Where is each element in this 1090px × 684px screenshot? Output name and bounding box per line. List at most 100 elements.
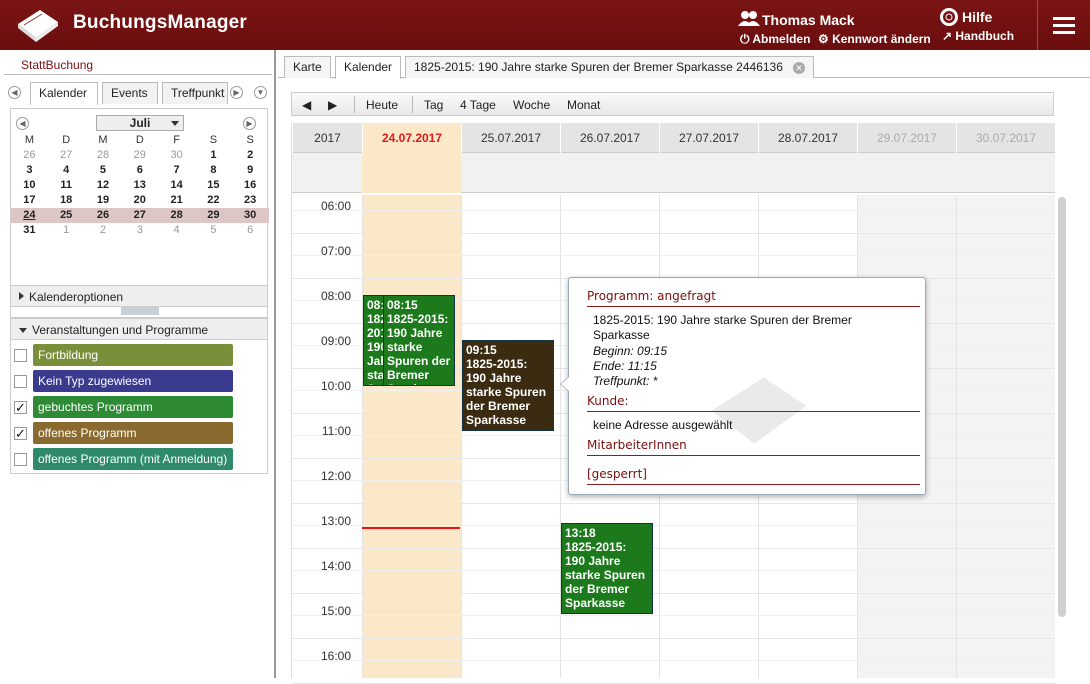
day-column[interactable] [956, 195, 1055, 678]
calendar-day[interactable]: 1 [48, 223, 85, 238]
calendar-day[interactable]: 2 [85, 223, 122, 238]
calendar-day[interactable]: 13 [121, 178, 158, 193]
filter-checkbox[interactable] [14, 349, 27, 362]
calendar-day[interactable]: 6 [232, 223, 269, 238]
tab-karte[interactable]: Karte [284, 56, 331, 78]
hamburger-menu-button[interactable] [1037, 0, 1090, 50]
calendar-day[interactable]: 3 [11, 163, 48, 178]
calendar-day[interactable]: 20 [121, 193, 158, 208]
filter-checkbox[interactable] [14, 453, 27, 466]
calendar-day[interactable]: 16 [232, 178, 269, 193]
calendar-day[interactable]: 26 [11, 148, 48, 163]
scroll-right-icon[interactable]: ▶ [230, 86, 243, 99]
scroll-left-icon[interactable]: ◀ [8, 86, 21, 99]
vertical-scrollbar[interactable] [1058, 197, 1066, 617]
user-name[interactable]: Thomas Mack [762, 12, 855, 28]
calendar-event[interactable]: 08:151825-2015: 190 Jahre starke Spuren … [363, 295, 385, 386]
filter-checkbox[interactable]: ✓ [14, 427, 27, 440]
calendar-day[interactable]: 24 [11, 208, 48, 223]
calendar-day[interactable]: 22 [195, 193, 232, 208]
day-header[interactable]: 26.07.2017 [560, 123, 659, 153]
calendar-day[interactable]: 5 [195, 223, 232, 238]
day-header[interactable]: 29.07.2017 [857, 123, 956, 153]
calendar-event[interactable]: 13:18 1825-2015: 190 Jahre starke Spuren … [561, 523, 653, 614]
calendar-day[interactable]: 29 [195, 208, 232, 223]
calendar-day[interactable]: 28 [85, 148, 122, 163]
day-header[interactable]: 24.07.2017 [362, 123, 461, 153]
month-view-button[interactable]: Monat [567, 98, 600, 112]
calendar-day[interactable]: 3 [121, 223, 158, 238]
day-view-button[interactable]: Tag [424, 98, 443, 112]
calendar-day[interactable]: 30 [232, 208, 269, 223]
calendar-day[interactable]: 27 [121, 208, 158, 223]
day-column[interactable] [362, 195, 461, 678]
calendar-day[interactable]: 7 [158, 163, 195, 178]
filter-label[interactable]: offenes Programm [33, 422, 233, 444]
filter-checkbox[interactable]: ✓ [14, 401, 27, 414]
calendar-day[interactable]: 26 [85, 208, 122, 223]
close-icon[interactable]: ✕ [792, 62, 805, 74]
handbook-link[interactable]: ↗ Handbuch [942, 29, 1014, 43]
calendar-day[interactable]: 27 [48, 148, 85, 163]
logout-link[interactable]: ⏻ Abmelden [740, 32, 810, 47]
calendar-day[interactable]: 25 [48, 208, 85, 223]
calendar-options-panel[interactable]: Kalenderoptionen [10, 285, 268, 307]
calendar-day[interactable]: 2 [232, 148, 269, 163]
today-button[interactable]: Heute [366, 98, 398, 112]
calendar-day[interactable]: 21 [158, 193, 195, 208]
event-time: 08:15 [367, 298, 384, 312]
next-button[interactable]: ▶ [328, 98, 337, 112]
subtab-kalender[interactable]: Kalender [30, 82, 98, 105]
filter-label[interactable]: Kein Typ zugewiesen [33, 370, 233, 392]
month-select[interactable]: Juli [96, 115, 184, 131]
day-column[interactable] [461, 195, 560, 678]
all-day-row[interactable] [292, 153, 1055, 193]
calendar-day[interactable]: 18 [48, 193, 85, 208]
calendar-day[interactable]: 15 [195, 178, 232, 193]
calendar-day[interactable]: 4 [158, 223, 195, 238]
prev-button[interactable]: ◀ [302, 98, 311, 112]
calendar-day[interactable]: 12 [85, 178, 122, 193]
calendar-day[interactable]: 30 [158, 148, 195, 163]
four-day-view-button[interactable]: 4 Tage [460, 98, 496, 112]
change-password-link[interactable]: ⚙ Kennwort ändern [818, 32, 931, 46]
filter-label[interactable]: gebuchtes Programm [33, 396, 233, 418]
calendar-day[interactable]: 11 [48, 178, 85, 193]
filter-checkbox[interactable] [14, 375, 27, 388]
day-header[interactable]: 25.07.2017 [461, 123, 560, 153]
tab-kalender[interactable]: Kalender [335, 56, 402, 79]
hour-line [292, 570, 1055, 571]
calendar-day[interactable]: 6 [121, 163, 158, 178]
calendar-day[interactable]: 14 [158, 178, 195, 193]
calendar-day[interactable]: 10 [11, 178, 48, 193]
day-header[interactable]: 30.07.2017 [956, 123, 1055, 153]
calendar-event[interactable]: 08:151825-2015: 190 Jahre starke Spuren … [383, 295, 455, 386]
calendar-event[interactable]: 09:15 1825-2015: 190 Jahre starke Spuren … [462, 340, 554, 431]
tab-program-detail[interactable]: 1825-2015: 190 Jahre starke Spuren der B… [405, 56, 814, 78]
filter-label[interactable]: Fortbildung [33, 344, 233, 366]
calendar-day[interactable]: 8 [195, 163, 232, 178]
calendar-day[interactable]: 4 [48, 163, 85, 178]
calendar-day[interactable]: 9 [232, 163, 269, 178]
calendar-day[interactable]: 29 [121, 148, 158, 163]
calendar-day[interactable]: 5 [85, 163, 122, 178]
day-header[interactable]: 27.07.2017 [659, 123, 758, 153]
tab-dropdown-icon[interactable]: ▼ [254, 86, 267, 99]
next-month-icon[interactable]: ▶ [243, 117, 256, 130]
week-view-button[interactable]: Woche [513, 98, 550, 112]
subtab-treffpunkt[interactable]: Treffpunkt [162, 82, 228, 104]
calendar-day[interactable]: 28 [158, 208, 195, 223]
calendar-day[interactable]: 31 [11, 223, 48, 238]
filter-label[interactable]: offenes Programm (mit Anmeldung) [33, 448, 233, 470]
events-programs-panel[interactable]: Veranstaltungen und Programme [10, 318, 268, 340]
calendar-day[interactable]: 19 [85, 193, 122, 208]
calendar-day[interactable]: 17 [11, 193, 48, 208]
prev-month-icon[interactable]: ◀ [16, 117, 29, 130]
sidebar-tab[interactable]: StattBuchung [4, 55, 272, 75]
calendar-day[interactable]: 23 [232, 193, 269, 208]
day-header[interactable]: 28.07.2017 [758, 123, 857, 153]
calendar-day[interactable]: 1 [195, 148, 232, 163]
all-day-today-cell[interactable] [362, 153, 461, 193]
subtab-events[interactable]: Events [102, 82, 158, 104]
help-link[interactable]: Hilfe [962, 9, 992, 25]
